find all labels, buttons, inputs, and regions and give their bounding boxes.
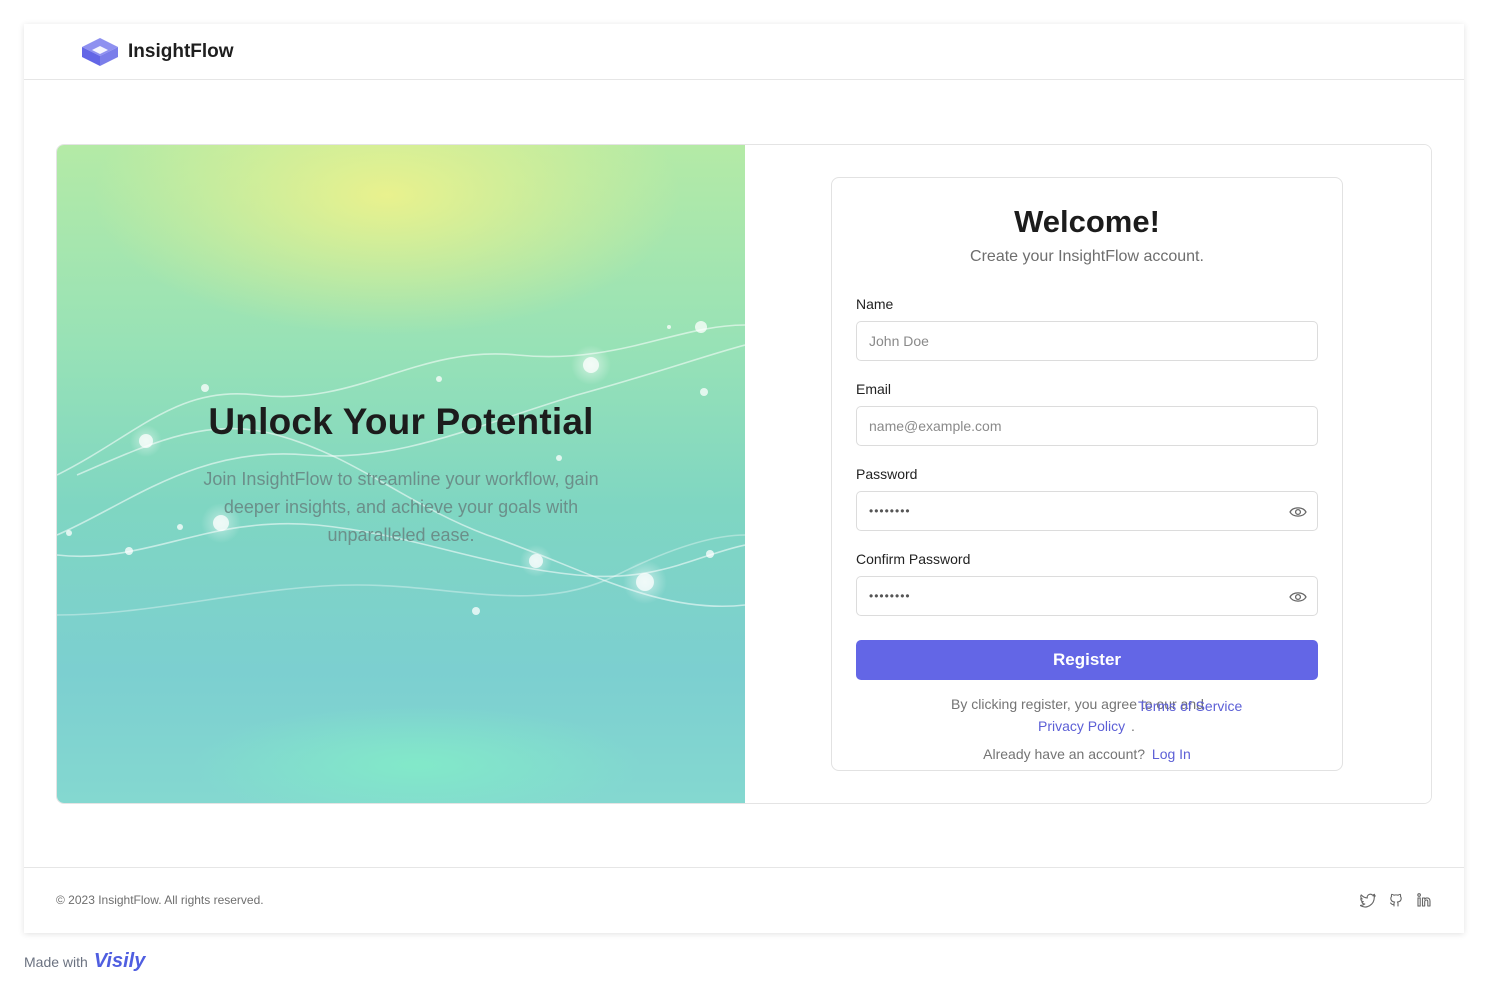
eye-icon[interactable] (1289, 504, 1307, 520)
name-input[interactable] (857, 322, 1317, 360)
copyright-text: © 2023 InsightFlow. All rights reserved. (56, 893, 264, 907)
form-panel: Welcome! Create your InsightFlow account… (745, 145, 1431, 803)
register-card: Unlock Your Potential Join InsightFlow t… (56, 144, 1432, 804)
email-field-group: Email (856, 381, 1318, 446)
register-button[interactable]: Register (856, 640, 1318, 680)
email-label: Email (856, 381, 892, 397)
form-subtitle: Create your InsightFlow account. (970, 248, 1204, 265)
eye-icon[interactable] (1289, 589, 1307, 605)
name-label: Name (856, 296, 894, 312)
page-footer: © 2023 InsightFlow. All rights reserved. (24, 867, 1464, 933)
register-form: Welcome! Create your InsightFlow account… (831, 177, 1343, 771)
github-icon[interactable] (1388, 892, 1404, 908)
terms-of-service-link[interactable]: Terms of Service (1138, 698, 1242, 714)
twitter-icon[interactable] (1360, 892, 1376, 908)
hero-panel: Unlock Your Potential Join InsightFlow t… (57, 145, 745, 803)
cube-logo-icon[interactable] (80, 36, 120, 68)
visily-logo: Visily (93, 950, 146, 972)
password-field-group: Password •••••••• (856, 466, 1318, 531)
linkedin-icon[interactable] (1416, 892, 1432, 908)
form-title: Welcome! (1014, 204, 1160, 239)
password-input[interactable]: •••••••• (856, 491, 1318, 531)
confirm-password-label: Confirm Password (856, 551, 971, 567)
app-frame: InsightFlow Unlock Your Potential Join I… (24, 24, 1464, 933)
made-with-badge[interactable]: Made with Visily (24, 950, 145, 973)
email-input-wrap (856, 406, 1318, 446)
password-masked-value: •••••••• (869, 504, 911, 518)
confirm-password-masked-value: •••••••• (869, 589, 911, 603)
name-field-group: Name (856, 296, 1318, 361)
hero-text: Unlock Your Potential Join InsightFlow t… (57, 401, 745, 549)
confirm-password-field-group: Confirm Password •••••••• (856, 551, 1318, 616)
brand-name[interactable]: InsightFlow (128, 41, 234, 63)
email-input[interactable] (857, 407, 1317, 445)
login-prompt: Already have an account? (983, 746, 1146, 762)
password-label: Password (856, 466, 918, 482)
privacy-policy-link[interactable]: Privacy Policy (1038, 718, 1125, 734)
made-with-text: Made with (24, 953, 88, 970)
top-header: InsightFlow (24, 24, 1464, 80)
login-link[interactable]: Log In (1152, 746, 1191, 762)
social-links (1360, 892, 1432, 908)
hero-subtitle: Join InsightFlow to streamline your work… (203, 469, 599, 545)
name-input-wrap (856, 321, 1318, 361)
confirm-password-input[interactable]: •••••••• (856, 576, 1318, 616)
terms-end: . (1131, 718, 1135, 734)
terms-notice: By clicking register, you agree to our a… (856, 696, 1318, 746)
login-prompt-line: Already have an account? Log In (856, 746, 1318, 762)
hero-title: Unlock Your Potential (208, 401, 594, 442)
